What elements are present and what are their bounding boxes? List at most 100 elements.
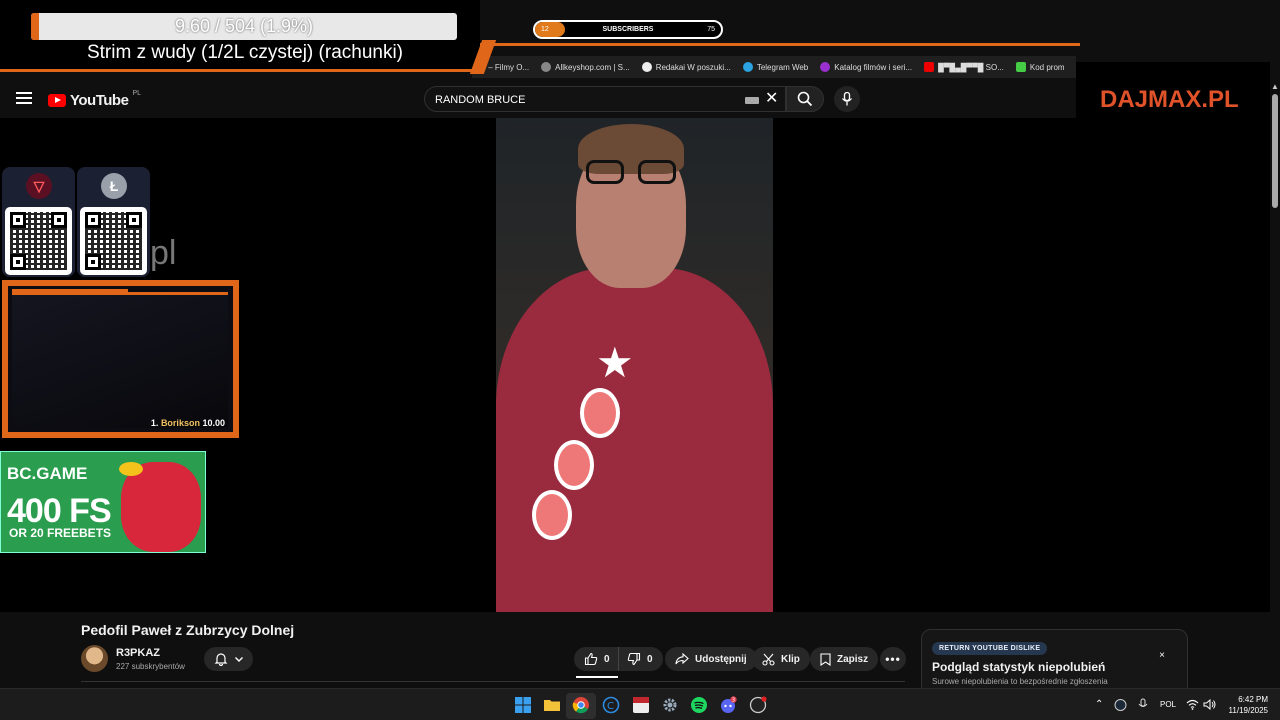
screen: ★ YouTube PL RANDOM BRUCE ✕ v – Filmy O.… bbox=[0, 0, 1280, 720]
bookmark-item[interactable]: Telegram Web bbox=[742, 62, 808, 72]
windows-taskbar: C 3 ⌃ POL 6:42 PM 11/19/2025 bbox=[0, 688, 1280, 720]
voice-search-button[interactable] bbox=[834, 86, 860, 112]
like-ratio-bar bbox=[576, 676, 618, 678]
share-icon bbox=[675, 653, 689, 665]
menu-icon[interactable] bbox=[16, 92, 32, 104]
rydl-badge: RETURN YOUTUBE DISLIKE bbox=[932, 642, 1048, 655]
wifi-icon[interactable] bbox=[1186, 699, 1199, 710]
save-label: Zapisz bbox=[837, 653, 869, 665]
steam-tray-icon[interactable] bbox=[1114, 699, 1127, 711]
crypto-tron-card: ▽ bbox=[2, 167, 75, 277]
chrome-icon[interactable] bbox=[572, 696, 590, 714]
dislike-count: 0 bbox=[647, 653, 653, 665]
bookmark-item[interactable]: █▀█▄█▀▀█ SO... bbox=[924, 62, 1004, 72]
clear-search-icon[interactable]: ✕ bbox=[765, 90, 778, 108]
bookmark-label: v – Filmy O... bbox=[482, 62, 530, 72]
bookmark-item[interactable]: v – Filmy O... bbox=[482, 63, 529, 72]
video-title: Pedofil Paweł z Zubrzycy Dolnej bbox=[81, 622, 295, 638]
channel-name[interactable]: R3PKAZ bbox=[116, 647, 160, 659]
video-frame[interactable]: ★ bbox=[496, 118, 773, 612]
windows-start-icon[interactable] bbox=[514, 696, 532, 714]
crypto-litecoin-card: Ł bbox=[77, 167, 150, 277]
discord-badge: 3 bbox=[732, 697, 735, 703]
rydl-subtitle: Surowe niepolubienia to bezpośrednie zgł… bbox=[932, 677, 1108, 686]
ad-subline: OR 20 FREEBETS bbox=[9, 526, 112, 540]
input-language[interactable]: POL bbox=[1160, 689, 1176, 720]
donation-goal-bar: 9.60 / 504 (1.9%) bbox=[31, 13, 457, 40]
donation-goal-text: 9.60 / 504 (1.9%) bbox=[174, 16, 314, 36]
more-actions-button[interactable]: ••• bbox=[880, 647, 906, 671]
file-explorer-icon[interactable] bbox=[543, 696, 561, 714]
bookmark-label: Kod prom bbox=[1029, 62, 1065, 72]
page-scrollbar[interactable]: ▲ bbox=[1270, 80, 1280, 610]
bookmark-label: Redakai W poszuki... bbox=[655, 62, 731, 72]
microphone-tray-icon[interactable] bbox=[1138, 698, 1148, 712]
save-button[interactable]: Zapisz bbox=[810, 647, 879, 671]
scissors-icon bbox=[762, 653, 775, 666]
search-button[interactable] bbox=[786, 86, 824, 112]
bookmark-label: Allkeyshop.com | S... bbox=[555, 62, 630, 72]
youtube-logo[interactable]: YouTube PL bbox=[48, 90, 141, 109]
bookmark-item[interactable]: Redakai W poszuki... bbox=[641, 62, 731, 72]
katalog-icon bbox=[820, 62, 831, 72]
redakai-icon bbox=[641, 62, 652, 72]
shirt-dot bbox=[554, 440, 594, 490]
tron-icon: ▽ bbox=[26, 173, 52, 199]
youtube-icon bbox=[924, 62, 935, 72]
volume-icon[interactable] bbox=[1203, 699, 1216, 710]
meter-app-icon[interactable] bbox=[632, 696, 650, 714]
bookmark-item[interactable]: Kod prom bbox=[1015, 62, 1065, 72]
like-count: 0 bbox=[604, 653, 610, 665]
keyboard-icon[interactable] bbox=[745, 97, 759, 104]
bookmark-item[interactable]: Katalog filmów i seri... bbox=[820, 62, 912, 72]
qr-code bbox=[5, 207, 72, 275]
scroll-up-icon[interactable]: ▲ bbox=[1271, 82, 1279, 91]
subscriber-count: 227 subskrybentów bbox=[116, 662, 185, 671]
top-donor-amount: 10.00 bbox=[202, 418, 225, 428]
top-donor: 1. Borikson 10.00 bbox=[151, 418, 225, 428]
system-clock[interactable]: 6:42 PM 11/19/2025 bbox=[1229, 694, 1268, 716]
bookmarks-bar: v – Filmy O... Allkeyshop.com | S... Red… bbox=[472, 56, 1076, 78]
discord-icon[interactable]: 3 bbox=[719, 696, 737, 714]
notifications-button[interactable] bbox=[204, 647, 253, 671]
bookmark-icon bbox=[820, 652, 831, 666]
top-donor-rank: 1. bbox=[150, 418, 159, 428]
dislike-button[interactable]: 0 bbox=[618, 647, 663, 671]
svg-text:C: C bbox=[607, 701, 614, 712]
litecoin-icon: Ł bbox=[101, 173, 127, 199]
close-icon[interactable]: × bbox=[1159, 650, 1165, 661]
promo-icon bbox=[1015, 62, 1026, 72]
search-input[interactable]: RANDOM BRUCE ✕ bbox=[424, 86, 786, 112]
clip-button[interactable]: Klip bbox=[752, 647, 810, 671]
clock-date: 11/19/2025 bbox=[1228, 706, 1268, 715]
like-button[interactable]: 0 bbox=[574, 647, 618, 671]
overlay-divider bbox=[480, 43, 1080, 46]
search-value: RANDOM BRUCE bbox=[435, 94, 526, 106]
bcgame-logo: BC.GAME bbox=[7, 464, 88, 483]
divider bbox=[81, 681, 905, 682]
settings-gear-icon[interactable] bbox=[661, 696, 679, 714]
dajmax-logo: DAJMAX.PL bbox=[1100, 86, 1239, 113]
channel-avatar[interactable] bbox=[81, 645, 108, 672]
share-button[interactable]: Udostępnij bbox=[665, 647, 757, 671]
ghost-text: pl bbox=[150, 234, 177, 272]
glasses bbox=[586, 160, 682, 184]
microphone-icon bbox=[841, 92, 853, 106]
scrollbar-thumb[interactable] bbox=[1272, 94, 1278, 208]
thumbs-down-icon bbox=[627, 652, 641, 666]
ccleaner-icon[interactable]: C bbox=[602, 696, 620, 714]
obs-icon[interactable] bbox=[749, 696, 767, 714]
bookmark-item[interactable]: Allkeyshop.com | S... bbox=[541, 62, 630, 72]
subscriber-goal-overlay: 12 SUBSCRIBERS 75 bbox=[533, 20, 723, 39]
spotify-icon[interactable] bbox=[690, 696, 708, 714]
shirt-dot bbox=[532, 490, 572, 540]
region-code: PL bbox=[132, 90, 141, 97]
clock-time: 6:42 PM bbox=[1238, 695, 1268, 704]
video-details: Pedofil Paweł z Zubrzycy Dolnej R3PKAZ 2… bbox=[0, 612, 1270, 700]
rydl-title: Podgląd statystyk niepolubień bbox=[932, 660, 1106, 674]
webcam-overlay: 1. Borikson 10.00 bbox=[2, 280, 239, 438]
bookmark-label: █▀█▄█▀▀█ SO... bbox=[938, 62, 1004, 72]
shirt-star-icon: ★ bbox=[596, 339, 634, 386]
tray-overflow-icon[interactable]: ⌃ bbox=[1095, 689, 1103, 720]
dajmax-overlay: DAJMAX.PL bbox=[1076, 62, 1270, 118]
